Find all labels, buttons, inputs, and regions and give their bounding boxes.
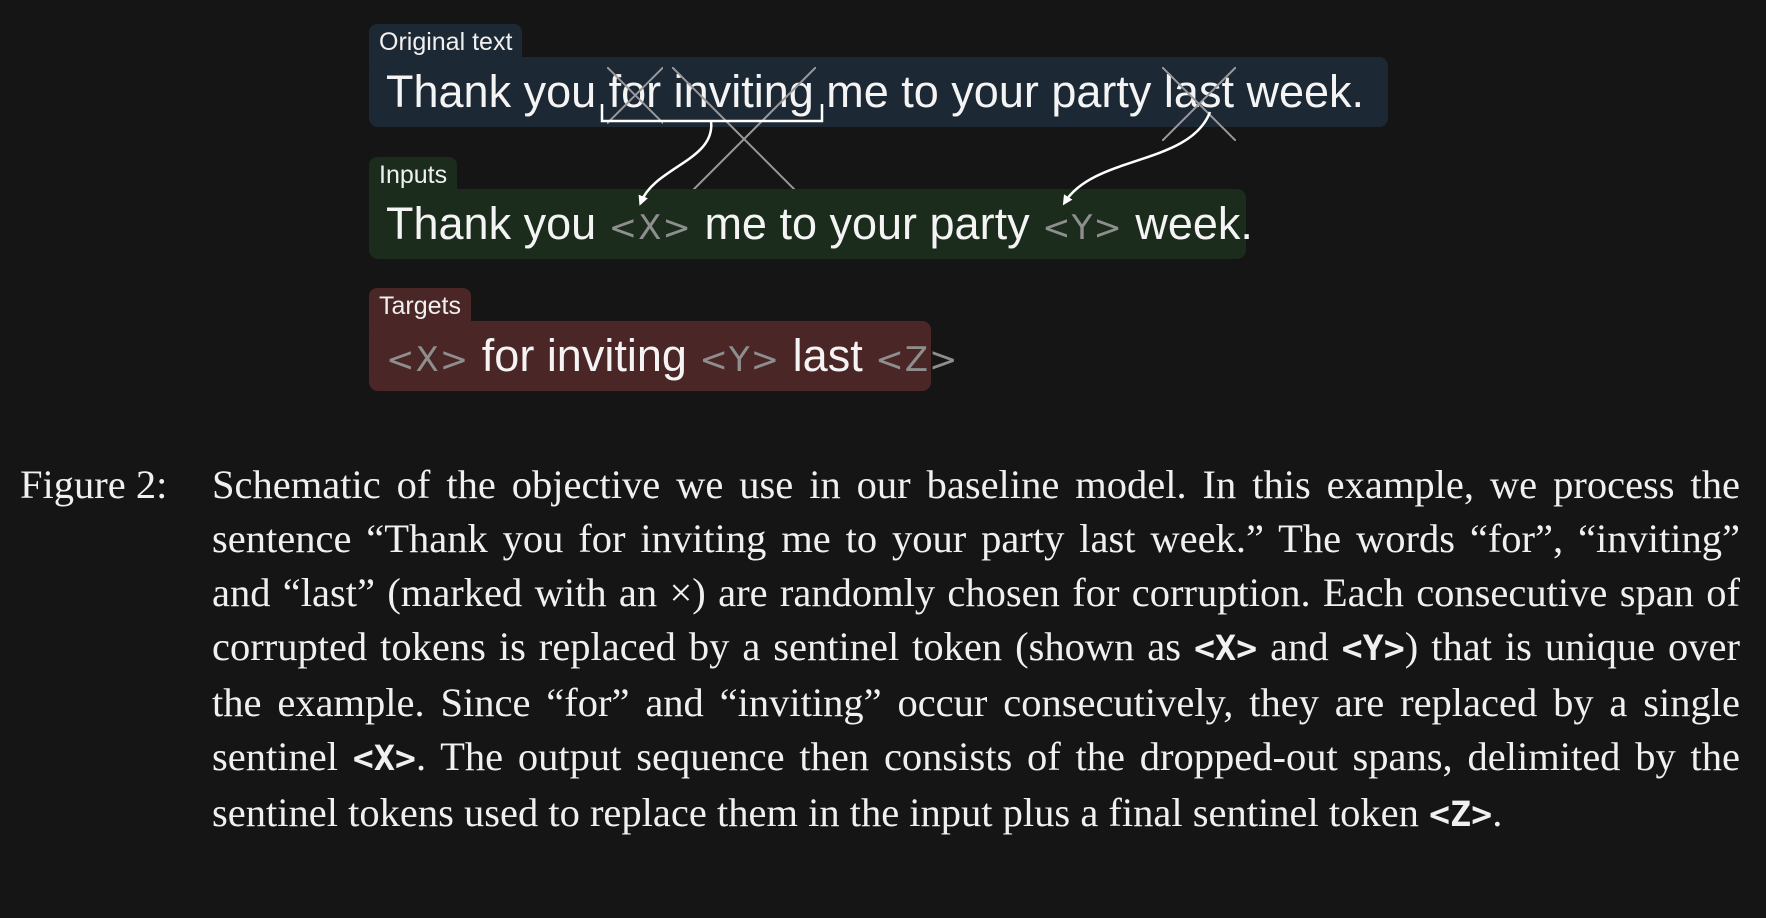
- caption-body: Schematic of the objective we use in our…: [212, 458, 1740, 842]
- corrupted-word-last: last: [1164, 57, 1234, 127]
- corrupted-word-inviting: inviting: [674, 57, 814, 127]
- figure-label: Figure 2:: [20, 462, 168, 507]
- target-text: last: [792, 330, 863, 381]
- input-text: week.: [1135, 198, 1253, 249]
- targets-box: <X> for inviting <Y> last <Z>: [369, 321, 957, 391]
- sentinel-y: <Y>: [1042, 208, 1123, 248]
- sentinel-z: <Z>: [875, 340, 959, 380]
- original-word: week.: [1246, 66, 1365, 117]
- input-text: Thank you: [386, 198, 597, 249]
- original-text-box: Thank you for inviting me to your party …: [369, 57, 1388, 127]
- sentinel-x: <X>: [608, 208, 692, 248]
- original-word: me to your party: [826, 66, 1152, 117]
- inputs-box: Thank you <X> me to your party <Y> week.: [369, 189, 1253, 259]
- caption-text: and: [1257, 624, 1342, 669]
- caption-sentinel-x: <X>: [352, 739, 416, 779]
- sentinel-x: <X>: [386, 340, 470, 380]
- caption-sentinel-z: <Z>: [1428, 795, 1493, 835]
- corrupted-word-for: for: [609, 57, 662, 127]
- figure-caption: Figure 2: Schematic of the objective we …: [20, 458, 1740, 842]
- objective-diagram: Original text Thank you for inviting me …: [0, 0, 1766, 420]
- caption-text: .: [1492, 790, 1503, 835]
- original-word: Thank you: [386, 66, 597, 117]
- caption-text: . The output sequence then consists of t…: [212, 734, 1740, 835]
- target-text: for inviting: [481, 330, 687, 381]
- input-text: me to your party: [704, 198, 1030, 249]
- sentinel-y: <Y>: [699, 340, 781, 380]
- caption-sentinel-x: <X>: [1193, 629, 1258, 669]
- caption-sentinel-y: <Y>: [1341, 629, 1405, 669]
